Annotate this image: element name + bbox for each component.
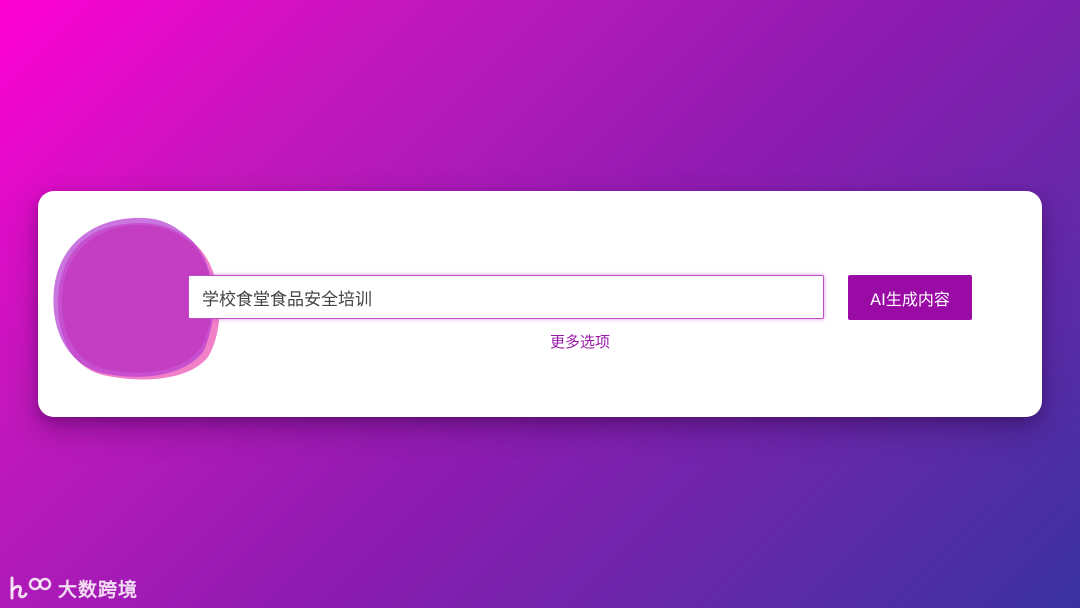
ai-generate-button[interactable]: AI生成内容 bbox=[848, 275, 972, 320]
generator-card: AI生成内容 更多选项 bbox=[38, 191, 1042, 417]
brand-mark-icon bbox=[10, 576, 52, 600]
brand-logo-text: 大数跨境 bbox=[58, 578, 139, 601]
more-options-link[interactable]: 更多选项 bbox=[480, 331, 680, 352]
brand-logo: 大数跨境 bbox=[8, 572, 138, 604]
topic-input[interactable] bbox=[188, 275, 824, 319]
